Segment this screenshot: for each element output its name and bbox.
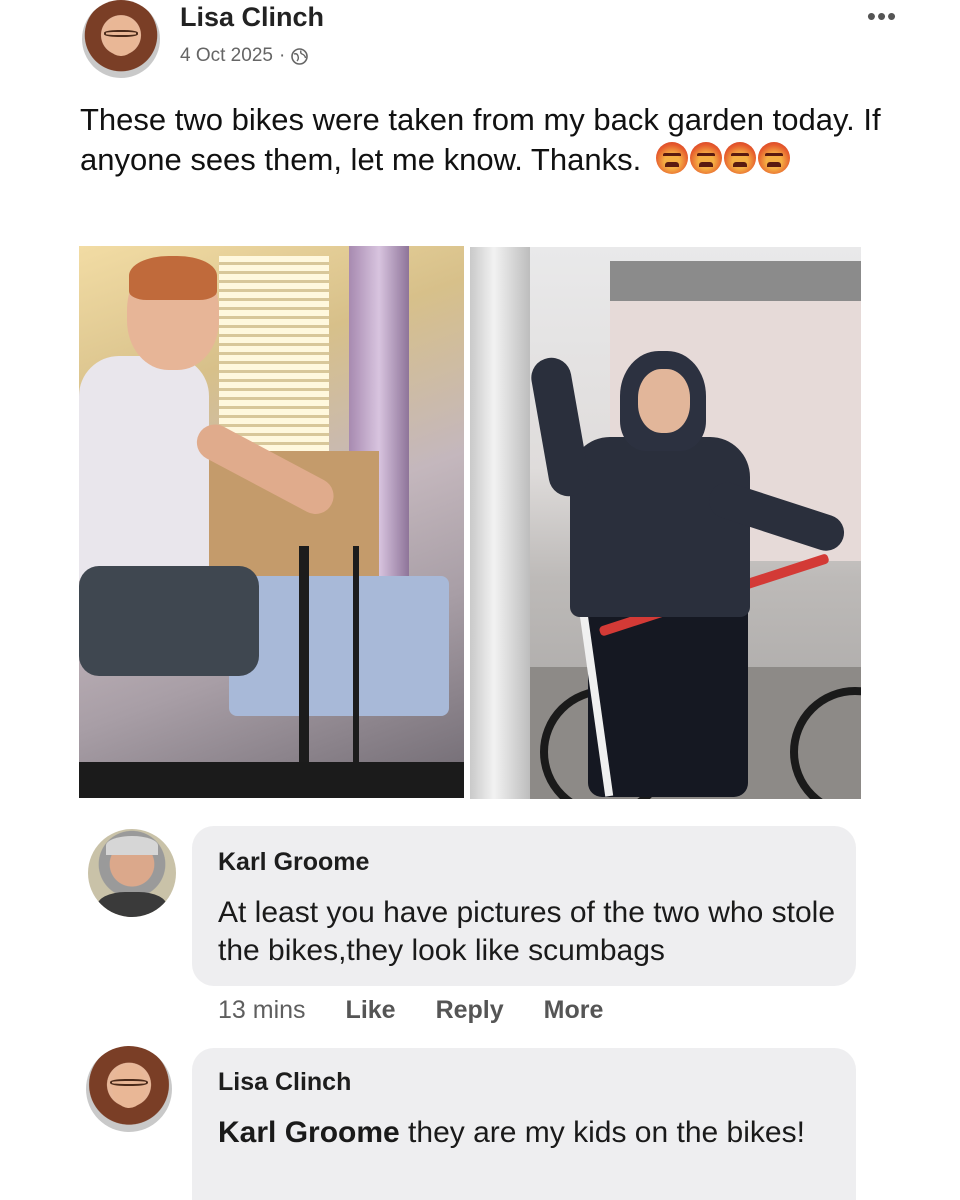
comment-actions: 13 mins Like Reply More xyxy=(218,996,603,1025)
angry-face-icon xyxy=(655,142,688,174)
comment-author[interactable]: Lisa Clinch xyxy=(218,1068,351,1097)
person-hoodie xyxy=(570,437,750,617)
person-face xyxy=(638,369,690,433)
house-roof xyxy=(610,261,861,301)
avatar-shirt xyxy=(96,892,168,917)
floor xyxy=(79,762,464,798)
avatar-glasses xyxy=(103,29,139,37)
author-avatar[interactable] xyxy=(82,0,160,78)
angry-face-icon xyxy=(723,142,756,174)
avatar-face xyxy=(105,17,137,57)
photo-outdoor-bike[interactable] xyxy=(470,247,861,799)
post-meta: 4 Oct 2025 · xyxy=(180,45,309,67)
more-options-icon[interactable]: ••• xyxy=(862,3,902,29)
comment-text: Karl Groome they are my kids on the bike… xyxy=(218,1114,838,1152)
person-legs xyxy=(79,566,259,676)
reply-text: they are my kids on the bikes! xyxy=(399,1116,805,1149)
comment-bubble: Karl Groome At least you have pictures o… xyxy=(192,826,856,986)
avatar-glasses xyxy=(110,1078,148,1087)
angry-face-icon xyxy=(757,142,790,174)
mention-link[interactable]: Karl Groome xyxy=(218,1116,400,1149)
reply-button[interactable]: Reply xyxy=(436,996,504,1025)
comment-author[interactable]: Karl Groome xyxy=(218,848,369,877)
post-date[interactable]: 4 Oct 2025 xyxy=(180,45,273,67)
commenter-avatar-lisa[interactable] xyxy=(86,1046,172,1132)
comment-text: At least you have pictures of the two wh… xyxy=(218,896,836,967)
angry-reactions xyxy=(655,142,790,174)
like-button[interactable]: Like xyxy=(346,996,396,1025)
post-text: These two bikes were taken from my back … xyxy=(80,100,900,180)
avatar-face xyxy=(111,1064,147,1108)
avatar-hair xyxy=(105,836,159,856)
more-button[interactable]: More xyxy=(544,996,604,1025)
photo-indoor-bike[interactable] xyxy=(79,246,464,798)
person-body xyxy=(79,356,209,586)
black-bike xyxy=(299,546,359,786)
comment-bubble: Lisa Clinch Karl Groome they are my kids… xyxy=(192,1048,856,1200)
person-hair xyxy=(129,256,217,300)
globe-icon xyxy=(291,47,309,65)
door-frame xyxy=(470,247,530,799)
commenter-avatar-karl[interactable] xyxy=(88,829,176,917)
author-name[interactable]: Lisa Clinch xyxy=(180,2,324,33)
angry-face-icon xyxy=(689,142,722,174)
person-raised-arm xyxy=(528,354,592,500)
post-header: Lisa Clinch 4 Oct 2025 · ••• xyxy=(82,0,896,80)
comment-time[interactable]: 13 mins xyxy=(218,996,306,1025)
meta-separator: · xyxy=(278,45,286,66)
